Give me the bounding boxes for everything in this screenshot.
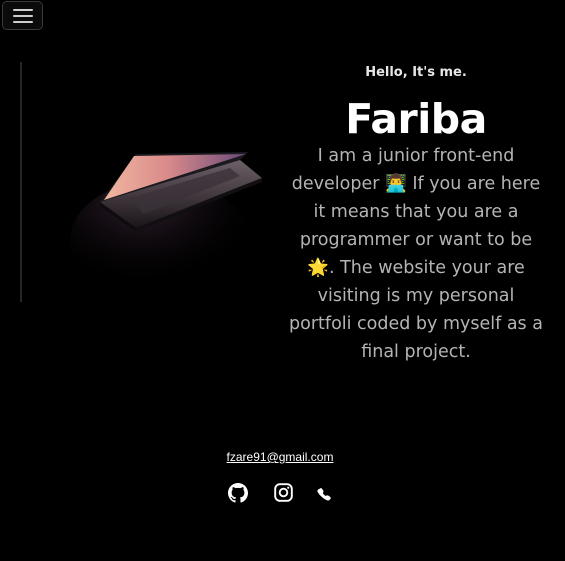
page-title: Fariba (345, 95, 487, 143)
email-link[interactable]: fzare91@gmail.com (0, 450, 560, 464)
navbar-toggler-button[interactable] (2, 1, 43, 30)
divider-line (20, 62, 22, 302)
instagram-icon[interactable] (274, 483, 293, 502)
hamburger-menu-icon (12, 8, 33, 23)
social-links (228, 483, 348, 507)
bio-text: I am a junior front-end developer 👨‍💻 If… (289, 146, 543, 362)
phone-icon[interactable] (317, 488, 331, 502)
github-icon[interactable] (228, 483, 248, 503)
page: Hello, It's me. Fariba I am a junior fro… (0, 0, 565, 561)
laptop-image (40, 90, 280, 310)
intro-section: Hello, It's me. Fariba I am a junior fro… (286, 64, 546, 366)
greeting-text: Hello, It's me. (365, 65, 467, 80)
